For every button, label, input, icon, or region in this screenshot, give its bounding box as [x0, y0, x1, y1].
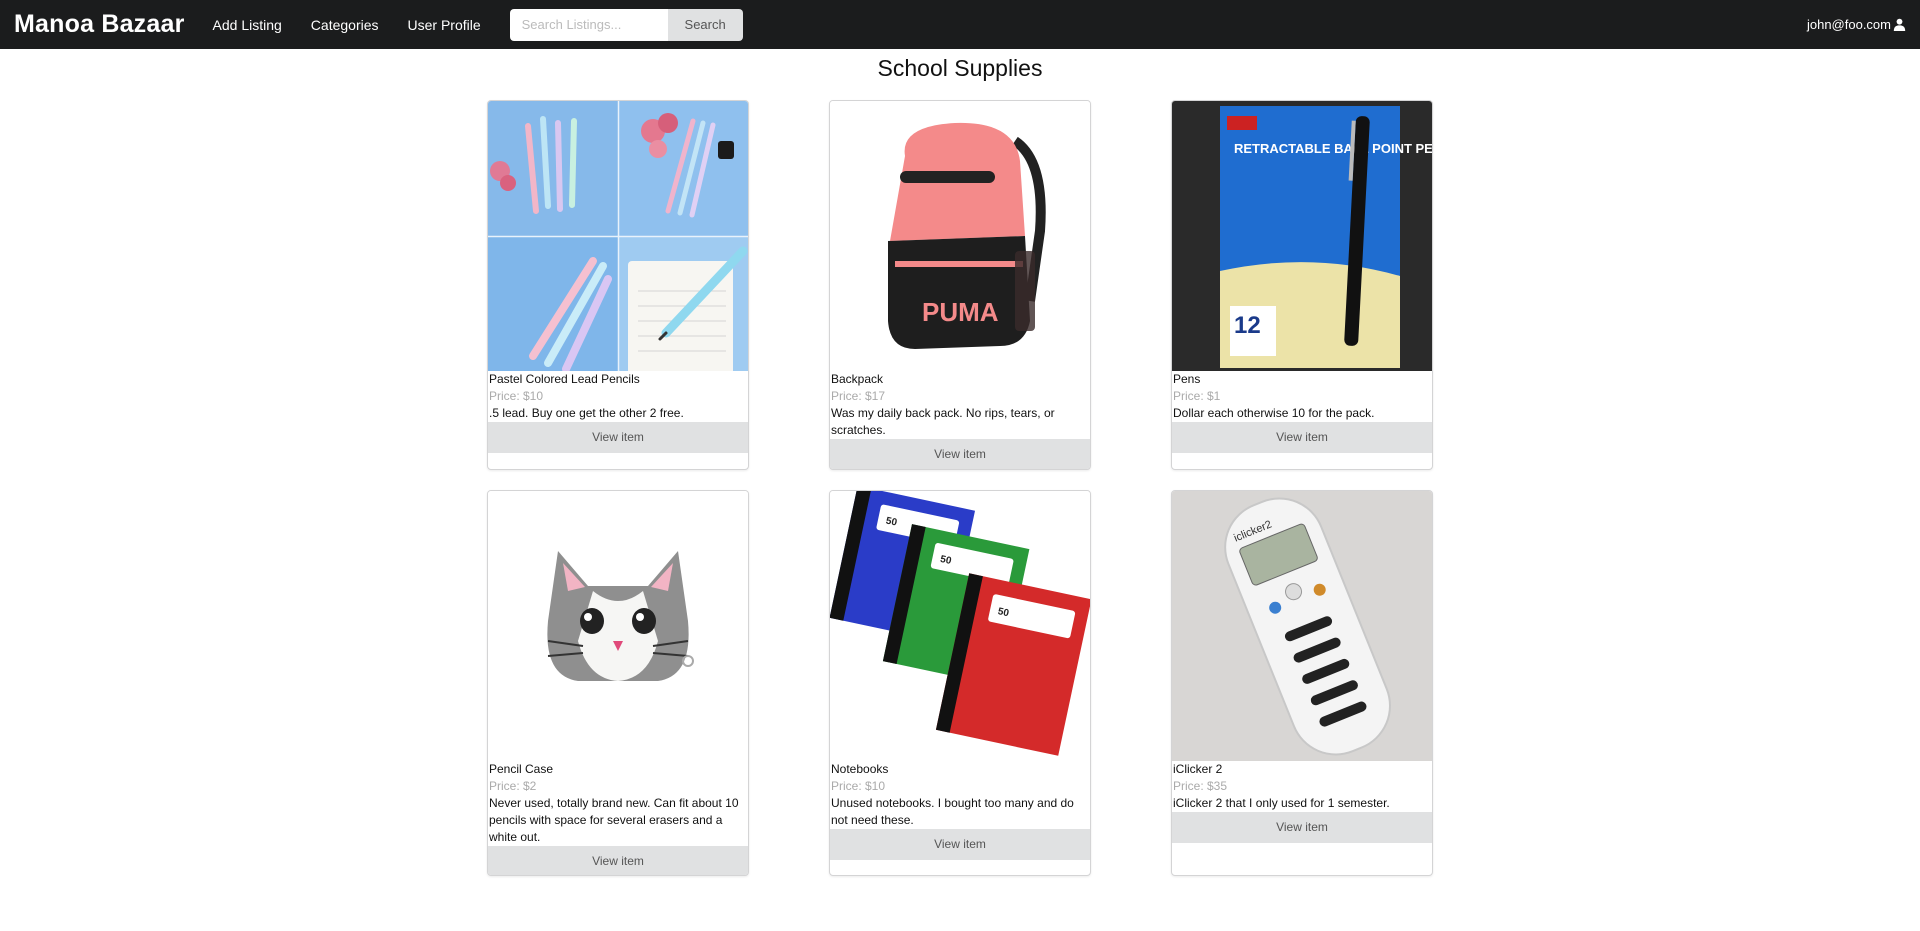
- listing-title: iClicker 2: [1173, 762, 1223, 776]
- search-button[interactable]: Search: [667, 8, 743, 41]
- listing-description: iClicker 2 that I only used for 1 semest…: [1173, 796, 1390, 810]
- page-title: School Supplies: [877, 55, 1043, 81]
- listing-card: Pencil Case Price: $2 Never used, totall…: [487, 490, 749, 876]
- pens-box-text: RETRACTABLE BALL POINT PEN: [1234, 141, 1432, 156]
- listing-image-backpack: PUMA: [830, 101, 1090, 371]
- view-item-button[interactable]: View item: [830, 439, 1090, 469]
- listing-image-pens: RETRACTABLE BALL POINT PEN 12: [1172, 101, 1432, 371]
- listing-description: Never used, totally brand new. Can fit a…: [489, 796, 739, 844]
- view-item-button[interactable]: View item: [830, 829, 1090, 860]
- brand-logo[interactable]: Manoa Bazaar: [14, 10, 185, 39]
- user-icon: [1893, 18, 1906, 31]
- listing-description: Dollar each otherwise 10 for the pack.: [1173, 406, 1375, 420]
- listing-price: Price: $1: [1173, 389, 1221, 403]
- top-navbar: Manoa Bazaar Add Listing Categories User…: [0, 0, 1920, 49]
- listing-price: Price: $35: [1173, 779, 1228, 793]
- listing-card: iclicker2 iClicker 2 Price: $35 iClicker…: [1171, 490, 1433, 876]
- pens-count-text: 12: [1234, 312, 1261, 339]
- listing-title: Pastel Colored Lead Pencils: [489, 372, 640, 386]
- search-bar: Search: [509, 8, 743, 41]
- listing-description: .5 lead. Buy one get the other 2 free.: [489, 406, 684, 420]
- listing-price: Price: $10: [489, 389, 544, 403]
- view-item-button[interactable]: View item: [488, 846, 748, 875]
- listing-price: Price: $2: [489, 779, 537, 793]
- nav-add-listing[interactable]: Add Listing: [213, 17, 282, 33]
- listing-description: Was my daily back pack. No rips, tears, …: [831, 406, 1055, 437]
- user-email: john@foo.com: [1806, 17, 1891, 32]
- listing-grid: Pastel Colored Lead Pencils Price: $10 .…: [0, 91, 1920, 911]
- listing-title: Backpack: [831, 372, 884, 386]
- nav-categories[interactable]: Categories: [311, 17, 379, 33]
- listing-price: Price: $10: [831, 779, 886, 793]
- view-item-button[interactable]: View item: [1172, 812, 1432, 843]
- listing-image-iclicker: iclicker2: [1172, 491, 1432, 761]
- listing-card: 50 50 50 Notebooks Price: $10 Unused not…: [829, 490, 1091, 876]
- listing-image-pencils: [488, 101, 748, 371]
- listing-title: Notebooks: [831, 762, 889, 776]
- listing-image-notebooks: 50 50 50: [830, 491, 1090, 761]
- nav-user-profile[interactable]: User Profile: [408, 17, 481, 33]
- listing-card: PUMA Backpack Price: $17 Was my daily ba…: [829, 100, 1091, 470]
- listing-price: Price: $17: [831, 389, 886, 403]
- listing-title: Pens: [1173, 372, 1201, 386]
- backpack-logo-text: PUMA: [922, 297, 999, 327]
- view-item-button[interactable]: View item: [488, 422, 748, 453]
- listing-card: RETRACTABLE BALL POINT PEN 12 Pens Price…: [1171, 100, 1433, 470]
- listing-title: Pencil Case: [489, 762, 554, 776]
- listing-card: Pastel Colored Lead Pencils Price: $10 .…: [487, 100, 749, 470]
- user-menu[interactable]: john@foo.com: [1807, 0, 1906, 49]
- listing-description: Unused notebooks. I bought too many and …: [831, 796, 1074, 827]
- search-input[interactable]: [509, 8, 668, 41]
- listing-image-pencil-case: [488, 491, 748, 761]
- view-item-button[interactable]: View item: [1172, 422, 1432, 453]
